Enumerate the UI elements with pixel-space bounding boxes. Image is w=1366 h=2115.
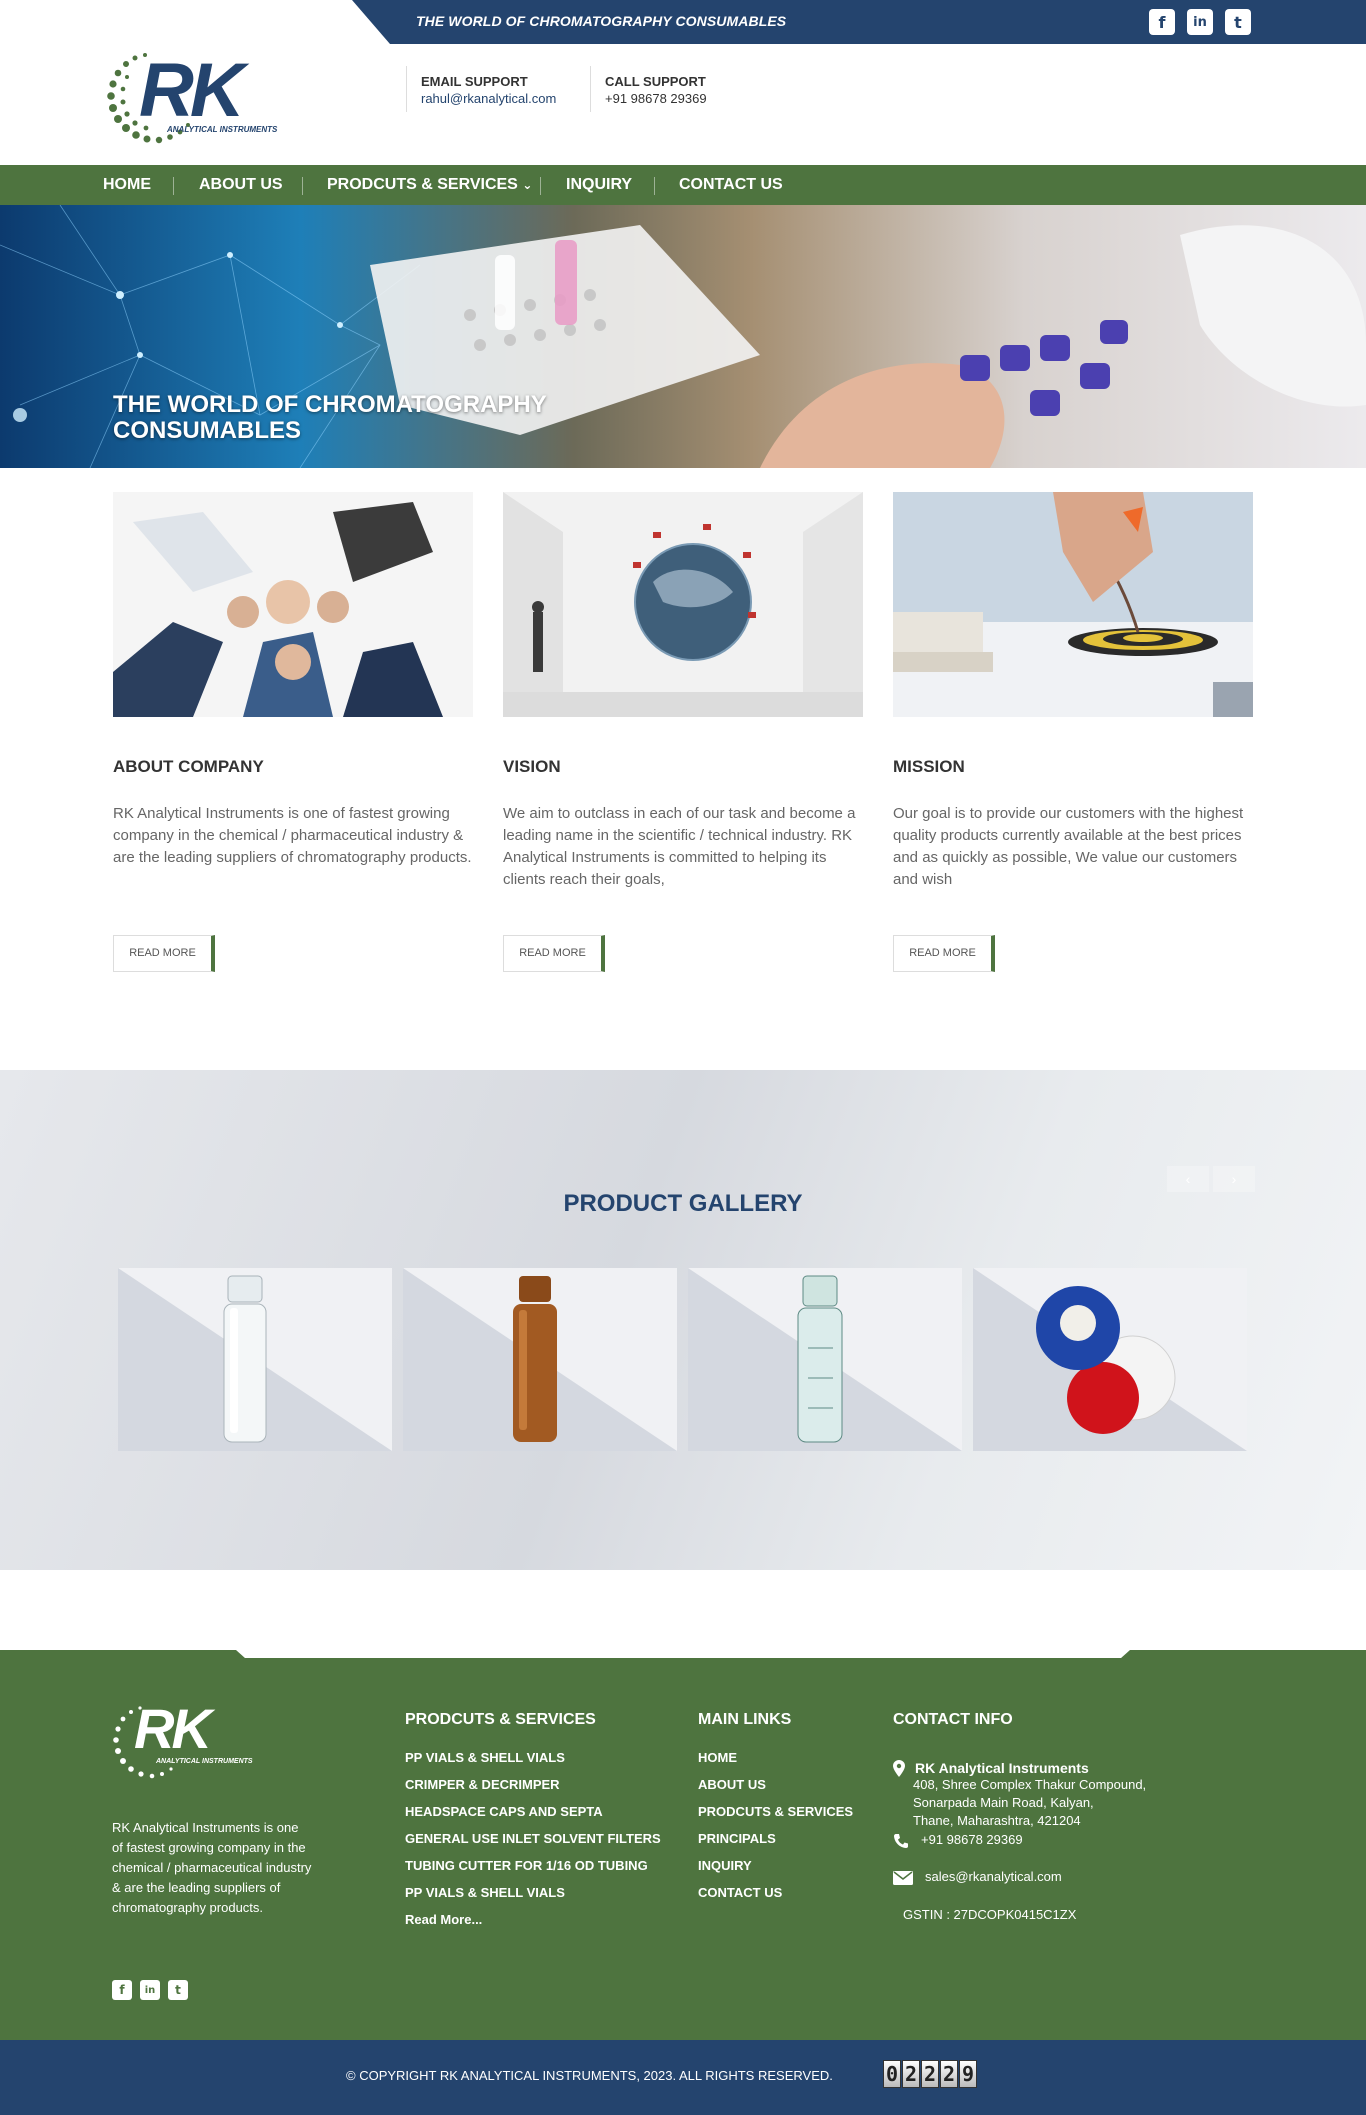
clear-vial-image (223, 1275, 267, 1443)
twitter-icon[interactable]: t (1225, 9, 1251, 35)
footer-product-link[interactable]: TUBING CUTTER FOR 1/16 OD TUBING (405, 1858, 648, 1873)
footer-products-heading: PRODCUTS & SERVICES (405, 1711, 596, 1728)
footer-main-link[interactable]: CONTACT US (698, 1885, 782, 1900)
footer-gstin: GSTIN : 27DCOPK0415C1ZX (903, 1907, 1077, 1922)
card-text: RK Analytical Instruments is one of fast… (113, 805, 472, 866)
counter-digit: 2 (902, 2060, 920, 2088)
main-nav: HOME ABOUT US PRODCUTS & SERVICES ⌄ INQU… (0, 165, 1366, 205)
nav-divider (173, 177, 174, 195)
top-bar: THE WORLD OF CHROMATOGRAPHY CONSUMABLES … (0, 0, 1366, 44)
footer-read-more-link[interactable]: Read More... (405, 1912, 482, 1927)
about-company-card: ABOUT COMPANY RK Analytical Instruments … (113, 492, 473, 972)
nav-about[interactable]: ABOUT US (199, 165, 283, 205)
footer-main-link[interactable]: PRODCUTS & SERVICES (698, 1804, 853, 1819)
nav-products[interactable]: PRODCUTS & SERVICES ⌄ (327, 165, 532, 205)
twitter-icon[interactable]: t (168, 1980, 188, 2000)
read-more-button[interactable]: READ MORE (893, 935, 995, 972)
footer-contact-heading: CONTACT INFO (893, 1711, 1013, 1728)
footer-product-link[interactable]: CRIMPER & DECRIMPER (405, 1777, 560, 1792)
footer-product-link[interactable]: GENERAL USE INLET SOLVENT FILTERS (405, 1831, 661, 1846)
gallery-prev-button[interactable]: ‹ (1167, 1166, 1209, 1192)
counter-digit: 2 (940, 2060, 958, 2088)
caps-septa-image (1036, 1286, 1176, 1434)
call-support-number[interactable]: +91 98678 29369 (605, 91, 707, 106)
read-more-button[interactable]: READ MORE (113, 935, 215, 972)
gallery-item[interactable] (403, 1268, 677, 1451)
top-tagline: THE WORLD OF CHROMATOGRAPHY CONSUMABLES (416, 13, 787, 29)
call-support: CALL SUPPORT +91 98678 29369 (590, 66, 707, 112)
counter-digit: 2 (921, 2060, 939, 2088)
visitor-counter: 0 2 2 2 9 (883, 2060, 978, 2088)
hero-title: THE WORLD OF CHROMATOGRAPHY CONSUMABLES (113, 392, 547, 444)
mission-card: MISSION Our goal is to provide our custo… (893, 492, 1253, 972)
email-support-link[interactable]: rahul@rkanalytical.com (421, 91, 556, 106)
copyright-text: © COPYRIGHT RK ANALYTICAL INSTRUMENTS, 2… (346, 2068, 833, 2083)
linkedin-icon[interactable]: in (140, 1980, 160, 2000)
facebook-icon[interactable]: f (112, 1980, 132, 2000)
vision-image (503, 492, 863, 717)
phone-icon (894, 1834, 908, 1848)
nav-divider (302, 177, 303, 195)
counter-digit: 0 (883, 2060, 901, 2088)
logo-text: RK (139, 48, 245, 133)
top-social-links: f in t (1149, 9, 1251, 35)
footer-company-name: RK Analytical Instruments (915, 1760, 1089, 1776)
hero-banner: THE WORLD OF CHROMATOGRAPHY CONSUMABLES (0, 205, 1366, 468)
site-logo[interactable]: RK ANALYTICAL INSTRUMENTS (105, 45, 315, 165)
card-title: VISION (503, 757, 561, 776)
footer-main-link[interactable]: PRINCIPALS (698, 1831, 776, 1846)
copyright-bar: © COPYRIGHT RK ANALYTICAL INSTRUMENTS, 2… (0, 2040, 1366, 2115)
nav-divider (540, 177, 541, 195)
footer-main-link[interactable]: INQUIRY (698, 1858, 752, 1873)
gallery-item[interactable] (118, 1268, 392, 1451)
footer-product-link[interactable]: HEADSPACE CAPS AND SEPTA (405, 1804, 603, 1819)
footer-main-link[interactable]: ABOUT US (698, 1777, 766, 1792)
gallery-next-button[interactable]: › (1213, 1166, 1255, 1192)
nav-inquiry[interactable]: INQUIRY (566, 165, 632, 205)
footer-logo-subtext: ANALYTICAL INSTRUMENTS (156, 1758, 253, 1765)
nav-divider (654, 177, 655, 195)
footer-phone[interactable]: +91 98678 29369 (921, 1830, 1023, 1850)
footer-email[interactable]: sales@rkanalytical.com (925, 1867, 1062, 1887)
logo-subtext: ANALYTICAL INSTRUMENTS (167, 125, 278, 134)
footer-logo[interactable]: RK ANALYTICAL INSTRUMENTS (112, 1697, 262, 1792)
gallery-item[interactable] (688, 1268, 962, 1451)
footer-social-links: f in t (112, 1980, 188, 2000)
footer-address: 408, Shree Complex Thakur Compound, Sona… (913, 1777, 1147, 1828)
hero-title-line1: THE WORLD OF CHROMATOGRAPHY (113, 391, 547, 418)
gallery-title: PRODUCT GALLERY (563, 1190, 803, 1217)
counter-digit: 9 (959, 2060, 977, 2088)
gallery-item[interactable] (973, 1268, 1247, 1451)
mission-image (893, 492, 1253, 717)
footer-product-link[interactable]: PP VIALS & SHELL VIALS (405, 1885, 565, 1900)
footer-links-heading: MAIN LINKS (698, 1711, 792, 1728)
location-pin-icon (893, 1760, 905, 1777)
linkedin-icon[interactable]: in (1187, 9, 1213, 35)
footer: RK ANALYTICAL INSTRUMENTS RK Analytical … (0, 1650, 1366, 2040)
nav-home[interactable]: HOME (103, 165, 151, 205)
amber-vial-image (513, 1276, 557, 1442)
hero-title-line2: CONSUMABLES (113, 417, 302, 444)
graduated-vial-image (797, 1275, 843, 1443)
facebook-icon[interactable]: f (1149, 9, 1175, 35)
email-support: EMAIL SUPPORT rahul@rkanalytical.com (406, 66, 556, 112)
card-title: ABOUT COMPANY (113, 757, 264, 776)
email-support-label: EMAIL SUPPORT (421, 74, 528, 89)
card-text: We aim to outclass in each of our task a… (503, 805, 856, 888)
chevron-down-icon: ⌄ (522, 178, 533, 192)
card-title: MISSION (893, 757, 965, 776)
footer-about-text: RK Analytical Instruments is one of fast… (112, 1820, 312, 1915)
email-icon (893, 1871, 913, 1885)
footer-logo-text: RK (134, 1697, 212, 1760)
call-support-label: CALL SUPPORT (605, 74, 706, 89)
about-company-image (113, 492, 473, 717)
card-text: Our goal is to provide our customers wit… (893, 805, 1244, 888)
vision-card: VISION We aim to outclass in each of our… (503, 492, 863, 972)
nav-contact[interactable]: CONTACT US (679, 165, 783, 205)
footer-main-link[interactable]: HOME (698, 1750, 737, 1765)
nav-products-label: PRODCUTS & SERVICES (327, 176, 518, 193)
footer-product-link[interactable]: PP VIALS & SHELL VIALS (405, 1750, 565, 1765)
product-gallery: PRODUCT GALLERY ‹ › (0, 1070, 1366, 1570)
read-more-button[interactable]: READ MORE (503, 935, 605, 972)
